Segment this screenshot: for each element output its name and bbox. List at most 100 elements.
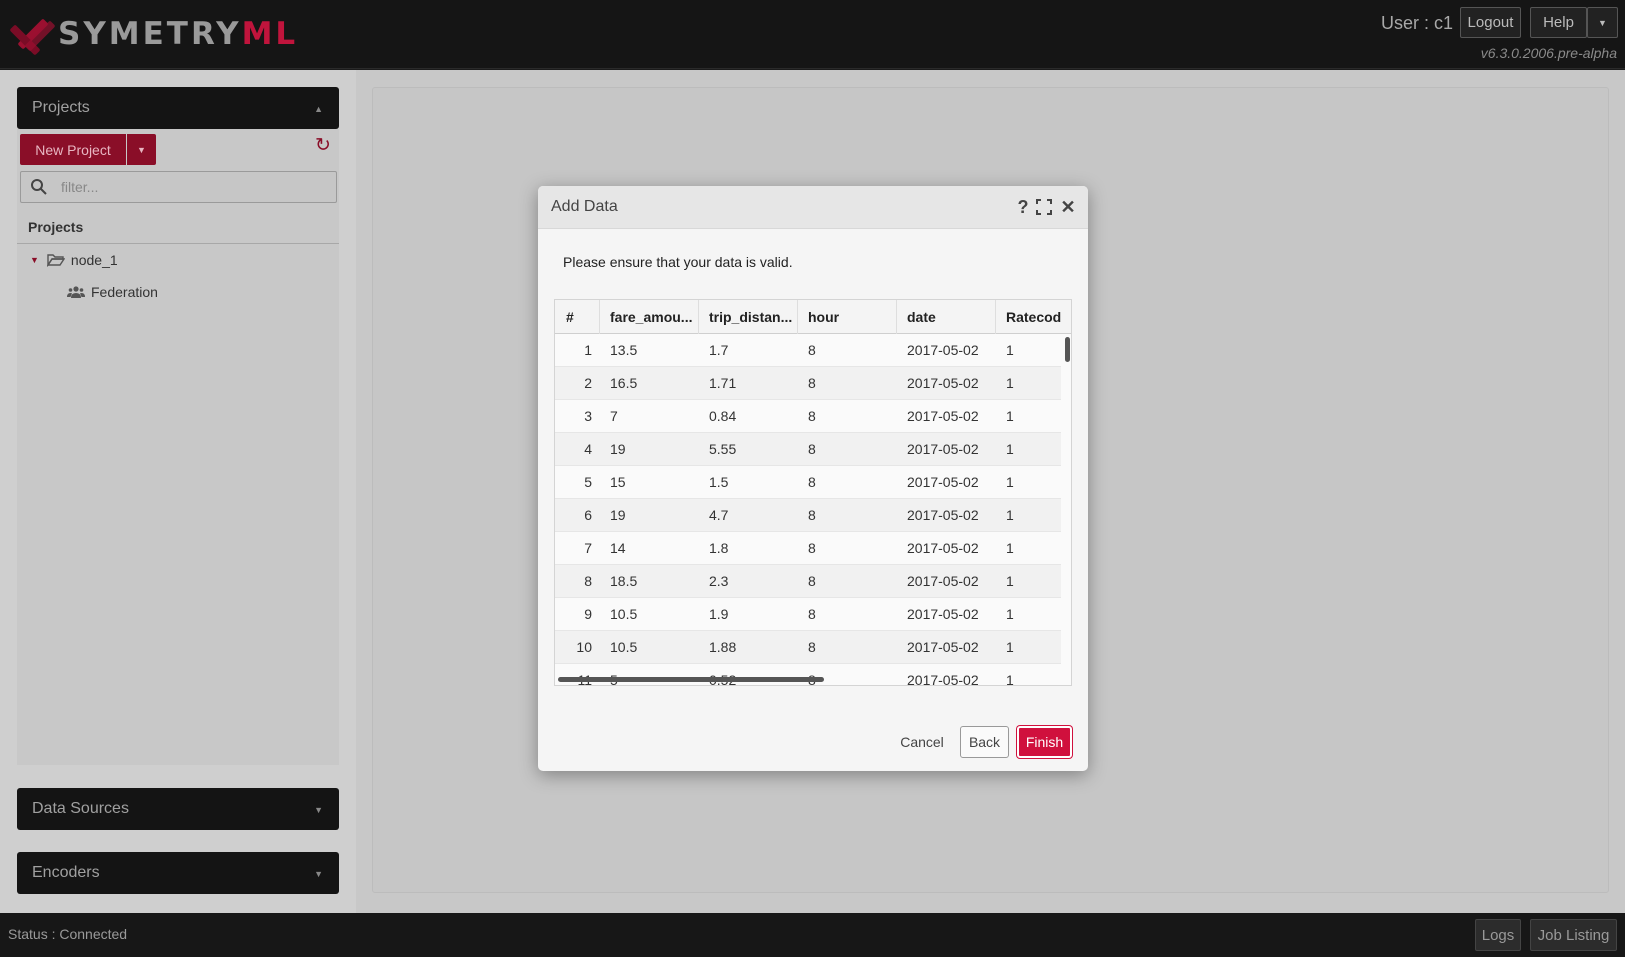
table-cell: 19 [610,441,626,457]
finish-button[interactable]: Finish [1017,726,1072,758]
data-sources-panel-title: Data Sources [32,800,129,817]
filter-input[interactable] [61,172,331,202]
column-header[interactable]: Ratecod [996,300,1071,334]
caret-down-icon[interactable]: ▼ [30,255,39,265]
column-header[interactable]: date [897,300,996,334]
column-header[interactable]: hour [798,300,897,334]
table-cell: 18.5 [610,573,638,589]
logs-button[interactable]: Logs [1475,919,1521,951]
table-row[interactable]: 6 19 4.7 8 2017-05-02 1 [555,499,1061,532]
table-cell: 1 [1006,342,1014,358]
table-cell: 8 [808,474,816,490]
table-cell: 1 [1006,375,1014,391]
encoders-panel-header[interactable]: Encoders ▼ [17,852,339,894]
table-cell: 16.5 [610,375,638,391]
table-row[interactable]: 10 10.5 1.88 8 2017-05-02 1 [555,631,1061,664]
table-cell: 2017-05-02 [907,375,979,391]
horizontal-scrollbar[interactable] [558,677,824,682]
column-header[interactable]: trip_distan... [699,300,798,334]
encoders-panel-title: Encoders [32,864,100,881]
refresh-icon[interactable]: ↻ [313,136,333,156]
divider [17,243,339,244]
tree-item-federation[interactable]: Federation [67,284,158,300]
table-cell: 1 [1006,474,1014,490]
data-sources-panel-header[interactable]: Data Sources ▼ [17,788,339,830]
tree-item-label: Federation [91,284,158,300]
tree-item-node-1[interactable]: ▼ node_1 [30,252,118,268]
new-project-button[interactable]: New Project [20,134,126,165]
table-cell: 2017-05-02 [907,507,979,523]
symetryml-logo: SYMETRYML [9,14,299,56]
table-cell: 8 [808,408,816,424]
table-cell: 1 [1006,639,1014,655]
table-cell: 8 [808,507,816,523]
status-bar: Status : Connected Logs Job Listing [0,913,1625,957]
row-index: 7 [584,540,592,556]
table-row[interactable]: 4 19 5.55 8 2017-05-02 1 [555,433,1061,466]
close-icon[interactable]: ✕ [1059,197,1077,217]
new-project-dropdown-button[interactable]: ▼ [127,134,156,165]
table-cell: 0.84 [709,408,737,424]
table-row[interactable]: 1 13.5 1.7 8 2017-05-02 1 [555,334,1061,367]
caret-up-icon: ▲ [314,104,323,114]
table-row[interactable]: 11 5 0.52 8 2017-05-02 1 [555,664,1061,685]
table-row[interactable]: 9 10.5 1.9 8 2017-05-02 1 [555,598,1061,631]
table-row[interactable]: 5 15 1.5 8 2017-05-02 1 [555,466,1061,499]
table-cell: 4.7 [709,507,729,523]
caret-down-icon: ▼ [1598,17,1607,28]
table-cell: 8 [808,639,816,655]
table-cell: 1 [1006,441,1014,457]
table-cell: 8 [808,606,816,622]
maximize-icon[interactable] [1036,199,1052,215]
app-header: SYMETRYML User : c1 Logout Help ▼ v6.3.0… [0,0,1625,69]
caret-down-icon: ▼ [137,144,146,155]
projects-panel-title: Projects [32,99,90,116]
row-index: 6 [584,507,592,523]
table-cell: 10.5 [610,606,638,622]
table-cell: 1 [1006,507,1014,523]
help-icon[interactable]: ? [1014,197,1032,217]
table-cell: 2017-05-02 [907,606,979,622]
back-button[interactable]: Back [960,726,1009,758]
projects-panel-header[interactable]: Projects ▲ [17,87,339,129]
table-cell: 8 [808,540,816,556]
table-cell: 5.55 [709,441,737,457]
table-cell: 8 [808,375,816,391]
table-row[interactable]: 7 14 1.8 8 2017-05-02 1 [555,532,1061,565]
table-cell: 8 [808,342,816,358]
table-cell: 2017-05-02 [907,474,979,490]
row-index: 8 [584,573,592,589]
users-icon [67,286,85,298]
row-index: 9 [584,606,592,622]
column-header[interactable]: # [555,300,600,334]
dialog-header: Add Data ? ✕ [538,186,1088,229]
column-header[interactable]: fare_amou... [600,300,699,334]
cancel-button[interactable]: Cancel [896,726,948,758]
logo-text: SYMETRYML [58,16,299,52]
table-row[interactable]: 8 18.5 2.3 8 2017-05-02 1 [555,565,1061,598]
table-cell: 1.88 [709,639,737,655]
table-cell: 2017-05-02 [907,441,979,457]
table-cell: 0.52 [709,664,736,685]
connection-status: Status : Connected [8,926,128,942]
logout-button[interactable]: Logout [1460,7,1521,38]
table-cell: 1.7 [709,342,729,358]
job-listing-button[interactable]: Job Listing [1530,919,1617,951]
row-index: 11 [555,664,592,685]
table-row[interactable]: 3 7 0.84 8 2017-05-02 1 [555,400,1061,433]
folder-open-icon [46,254,65,267]
help-dropdown-button[interactable]: ▼ [1587,7,1618,38]
table-cell: 5 [610,664,618,685]
row-index: 2 [584,375,592,391]
dialog-title: Add Data [551,198,618,215]
table-cell: 19 [610,507,626,523]
table-cell: 8 [808,664,816,685]
table-cell: 13.5 [610,342,638,358]
help-button[interactable]: Help [1530,7,1587,38]
vertical-scrollbar[interactable] [1065,337,1070,362]
table-row[interactable]: 2 16.5 1.71 8 2017-05-02 1 [555,367,1061,400]
table-cell: 2017-05-02 [907,408,979,424]
caret-down-icon: ▼ [314,869,323,879]
add-data-dialog: Add Data ? ✕ Please ensure that your dat… [538,186,1088,771]
table-cell: 1 [1006,408,1014,424]
